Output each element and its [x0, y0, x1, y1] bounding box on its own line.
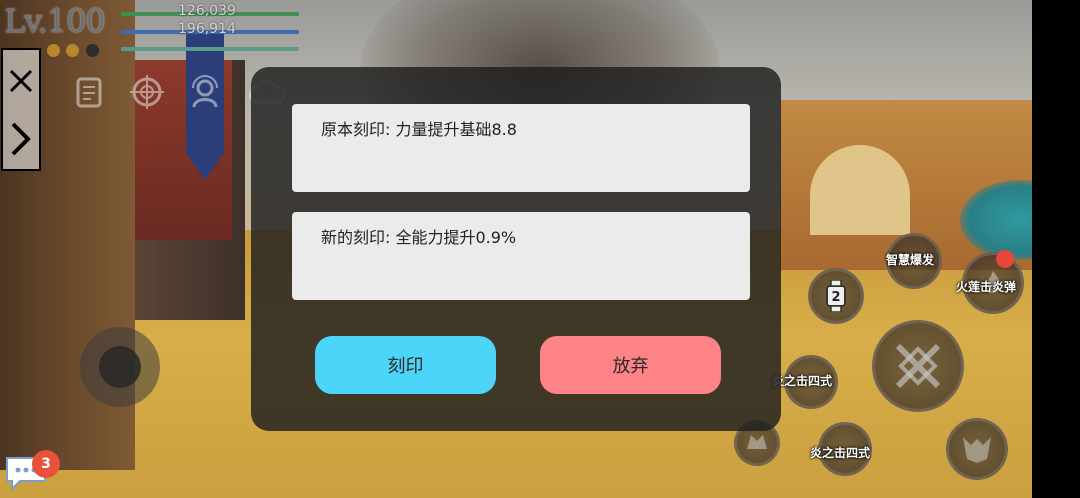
engrave-button[interactable]: 刻印 [315, 336, 496, 394]
skill-watch[interactable]: 2 [808, 268, 864, 324]
xp-bar [121, 47, 299, 51]
engrave-dialog: 原本刻印: 力量提升基础8.8 新的刻印: 全能力提升0.9% 刻印 放弃 [251, 67, 781, 431]
joystick-knob[interactable] [99, 346, 141, 388]
orb-icon [47, 44, 60, 57]
crossed-swords-icon [895, 343, 941, 389]
demon-mask-icon [963, 437, 991, 463]
close-button[interactable] [3, 52, 39, 110]
original-engraving-text: 原本刻印: 力量提升基础8.8 [321, 120, 517, 139]
scroll-icon [76, 77, 102, 108]
skill-label: 智慧爆发 [886, 253, 935, 267]
attack-button[interactable] [872, 320, 964, 412]
skill-label: 火莲击炎弹 [956, 280, 1017, 294]
side-panel [1, 48, 41, 171]
skill-demon[interactable] [946, 418, 1008, 480]
unread-badge: 3 [32, 450, 60, 478]
watch-icon: 2 [826, 280, 846, 312]
expand-button[interactable] [3, 110, 39, 168]
new-engraving-field: 新的刻印: 全能力提升0.9% [292, 212, 750, 300]
abandon-button[interactable]: 放弃 [540, 336, 721, 394]
skill-label: 炎之击四式 [810, 446, 871, 460]
skill-label: 炎之击四式 [772, 374, 833, 388]
player-level: Lv.100 [4, 2, 106, 40]
target-icon [130, 75, 164, 109]
original-engraving-field: 原本刻印: 力量提升基础8.8 [292, 104, 750, 192]
stone-arch [810, 145, 910, 235]
mp-value: 196,914 [178, 21, 236, 37]
alert-icon [996, 250, 1014, 268]
support-button[interactable] [186, 73, 224, 111]
hp-value: 126,039 [178, 3, 236, 19]
helmet-icon [747, 435, 767, 449]
support-icon [192, 75, 218, 108]
close-icon [9, 69, 33, 93]
new-engraving-text: 新的刻印: 全能力提升0.9% [321, 228, 517, 247]
chevron-right-icon [11, 122, 31, 156]
orb-icon [86, 44, 99, 57]
orb-icon [66, 44, 79, 57]
screen-edge [1032, 0, 1080, 498]
target-button[interactable] [128, 73, 166, 111]
quest-button[interactable] [70, 73, 108, 111]
watch-slot-number: 2 [831, 290, 840, 305]
